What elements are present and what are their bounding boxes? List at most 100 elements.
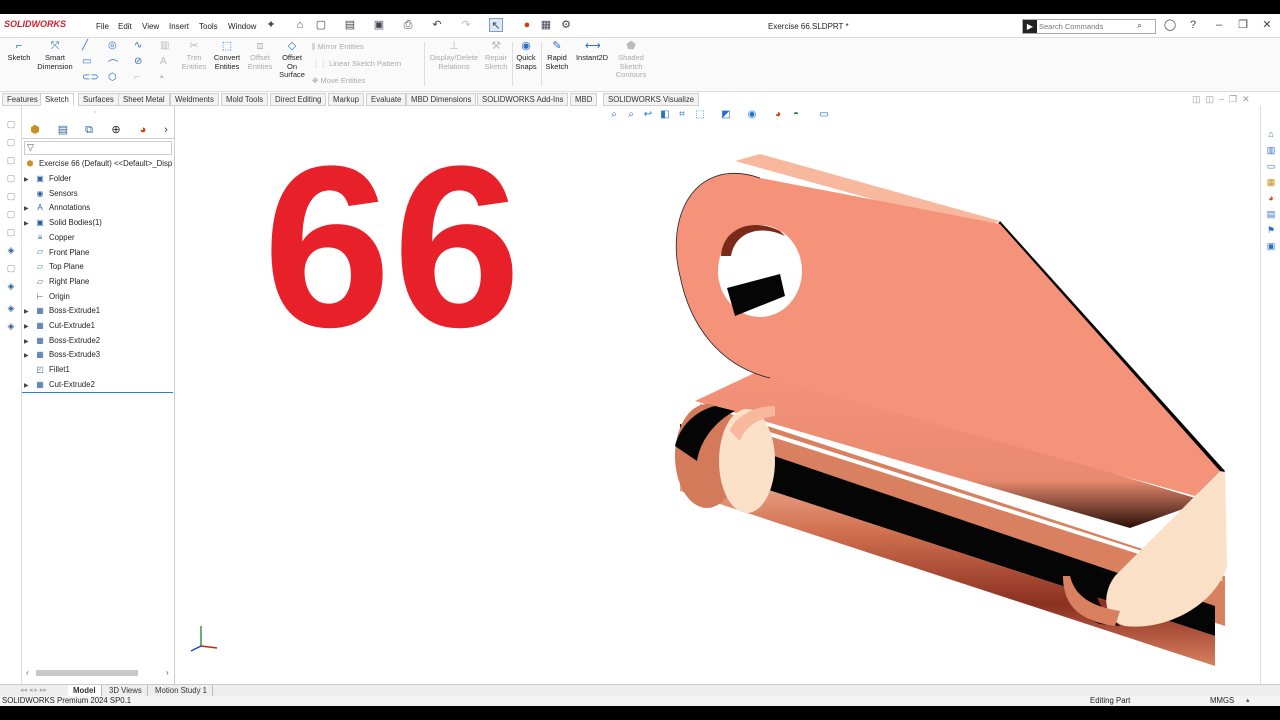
view-icon[interactable]: ▢ <box>5 262 17 274</box>
tree-item[interactable]: ▶ ▦ Cut-Extrude1 <box>24 319 95 333</box>
part-model[interactable] <box>175 106 1260 684</box>
expand-arrow-icon[interactable]: ▶ <box>24 173 34 187</box>
view-icon[interactable]: ▢ <box>5 154 17 166</box>
rapid-sketch-button[interactable]: ✎ Rapid Sketch <box>544 40 570 71</box>
sketch-tool-icon[interactable]: ◈ <box>5 302 17 314</box>
window-tile-icon[interactable]: ◫ ◫ – ❐ ✕ <box>1192 94 1250 105</box>
tree-item[interactable]: ▶ A Annotations <box>24 201 90 215</box>
tab-weldments[interactable]: Weldments <box>170 93 219 106</box>
tab-sheet-metal[interactable]: Sheet Metal <box>118 93 170 106</box>
tree-item[interactable]: ◉ Sensors <box>24 187 78 201</box>
text-icon[interactable]: A <box>160 56 167 67</box>
graphics-area[interactable]: 66 ⌕ ⌕ ↩ ◧ ⌗ ⬚ ◩ ◉ ◕ ◓ ▭ <box>175 106 1260 684</box>
property-manager-tab-icon[interactable]: ▤ <box>54 123 72 138</box>
tab-3d-views[interactable]: 3D Views <box>104 685 148 696</box>
help-icon[interactable]: ? <box>1186 18 1200 32</box>
convert-entities-button[interactable]: ⬚ Convert Entities <box>210 40 244 71</box>
ellipse-icon[interactable]: ⊘ <box>134 56 142 67</box>
file-properties-icon[interactable]: ▦ <box>539 18 553 32</box>
menu-tools[interactable]: Tools <box>199 22 218 31</box>
tree-item[interactable]: ▱ Top Plane <box>24 260 84 274</box>
scroll-thumb[interactable] <box>36 670 138 676</box>
tab-features[interactable]: Features <box>2 93 43 106</box>
scroll-left-icon[interactable]: ‹ <box>26 668 29 677</box>
select-arrow-icon[interactable]: ↖ <box>489 18 503 32</box>
scroll-right-icon[interactable]: › <box>166 668 169 677</box>
tab-motion-study-1[interactable]: Motion Study 1 <box>150 685 214 696</box>
arc-icon[interactable]: ⌒ <box>108 56 118 71</box>
expand-arrow-icon[interactable]: ▶ <box>24 305 34 319</box>
menu-edit[interactable]: Edit <box>118 22 132 31</box>
dimxpert-tab-icon[interactable]: ⊕ <box>107 123 125 138</box>
tab-solidworks-add-ins[interactable]: SOLIDWORKS Add-Ins <box>477 93 569 106</box>
display-manager-tab-icon[interactable]: ◕ <box>134 123 152 138</box>
tab-surfaces[interactable]: Surfaces <box>78 93 119 106</box>
rollback-bar[interactable] <box>22 392 173 393</box>
view-icon[interactable]: ▢ <box>5 208 17 220</box>
options-gear-icon[interactable]: ⚙ <box>559 18 573 32</box>
units-selector[interactable]: MMGS <box>1210 696 1234 706</box>
close-icon[interactable]: ✕ <box>1260 18 1274 32</box>
sketch-tool-icon[interactable]: ◈ <box>5 280 17 292</box>
linear-sketch-pattern-button[interactable]: ⋮⋮ Linear Sketch Pattern <box>312 59 401 68</box>
menu-file[interactable]: File <box>96 22 109 31</box>
tree-filter[interactable]: ▽ <box>24 141 172 155</box>
view-icon[interactable]: ▢ <box>5 190 17 202</box>
appearances-icon[interactable]: ◕ <box>1265 192 1277 204</box>
tree-item[interactable]: ▶ ▦ Boss-Extrude1 <box>24 304 100 318</box>
tree-item[interactable]: ▶ ▣ Solid Bodies(1) <box>24 216 102 230</box>
search-input[interactable] <box>1039 21 1139 32</box>
tab-mold-tools[interactable]: Mold Tools <box>221 93 269 106</box>
units-chevron-icon[interactable]: ▴ <box>1246 696 1250 704</box>
horizontal-scrollbar[interactable]: ‹ › <box>26 668 170 678</box>
point-icon[interactable]: ▪ <box>160 72 164 83</box>
smart-dimension-button[interactable]: ⤧ Smart Dimension <box>36 40 74 71</box>
rebuild-icon[interactable]: ● <box>520 18 534 32</box>
tree-item[interactable]: ▶ ▣ Folder <box>24 172 71 186</box>
feature-manager-tab-icon[interactable]: ⬢ <box>26 123 44 138</box>
expand-arrow-icon[interactable]: ▶ <box>24 335 34 349</box>
menu-window[interactable]: Window <box>228 22 256 31</box>
home-icon[interactable]: ⌂ <box>293 18 307 32</box>
sketch-button[interactable]: ⌐ Sketch <box>6 40 32 63</box>
design-library-icon[interactable]: ▥ <box>1265 144 1277 156</box>
magnifier-icon[interactable]: ⌕ <box>1137 20 1142 31</box>
pin-icon[interactable]: ✦ <box>264 18 278 32</box>
tab-evaluate[interactable]: Evaluate <box>366 93 407 106</box>
tree-item[interactable]: ⊢ Origin <box>24 290 70 304</box>
task-icon[interactable]: ▣ <box>1265 240 1277 252</box>
line-icon[interactable]: ╱ <box>82 40 88 51</box>
spline-icon[interactable]: ∿ <box>134 40 142 51</box>
slot-icon[interactable]: ⊂⊃ <box>82 72 99 83</box>
restore-icon[interactable]: ❐ <box>1236 18 1250 32</box>
tab-mbd[interactable]: MBD <box>570 93 598 106</box>
solidworks-resources-icon[interactable]: ⌂ <box>1265 128 1277 140</box>
tab-mbd-dimensions[interactable]: MBD Dimensions <box>406 93 477 106</box>
new-document-icon[interactable]: ▢ <box>314 18 328 32</box>
offset-entities-button[interactable]: ⧈ Offset Entities <box>245 40 275 71</box>
quick-snaps-button[interactable]: ◉ Quick Snaps <box>514 40 538 71</box>
view-icon[interactable]: ▢ <box>5 118 17 130</box>
move-entities-button[interactable]: ✥ Move Entities <box>312 76 365 85</box>
redo-icon[interactable]: ↷ <box>459 18 473 32</box>
undo-icon[interactable]: ↶ <box>430 18 444 32</box>
menu-insert[interactable]: Insert <box>169 22 189 31</box>
tree-item[interactable]: ▶ ▦ Boss-Extrude3 <box>24 348 100 362</box>
tab-sketch[interactable]: Sketch <box>40 93 74 106</box>
repair-sketch-button[interactable]: ⚒ Repair Sketch <box>482 40 510 71</box>
configuration-manager-tab-icon[interactable]: ⧉ <box>80 123 98 138</box>
view-icon[interactable]: ▢ <box>5 136 17 148</box>
search-commands-box[interactable]: ▶ ⌕ <box>1022 19 1156 34</box>
forum-icon[interactable]: ⚑ <box>1265 224 1277 236</box>
tab-direct-editing[interactable]: Direct Editing <box>270 93 327 106</box>
view-icon[interactable]: ▢ <box>5 226 17 238</box>
panel-grip[interactable]: ◦ <box>94 109 96 116</box>
expand-arrow-icon[interactable]: ▶ <box>24 349 34 363</box>
fillet-sketch-icon[interactable]: ⌐ <box>134 72 140 83</box>
minimize-icon[interactable]: – <box>1212 18 1226 32</box>
chevron-right-icon[interactable]: › <box>157 123 175 138</box>
tab-solidworks-visualize[interactable]: SOLIDWORKS Visualize <box>603 93 700 106</box>
polygon-icon[interactable]: ⬡ <box>108 72 117 83</box>
expand-arrow-icon[interactable]: ▶ <box>24 217 34 231</box>
view-palette-icon[interactable]: ▦ <box>1265 176 1277 188</box>
